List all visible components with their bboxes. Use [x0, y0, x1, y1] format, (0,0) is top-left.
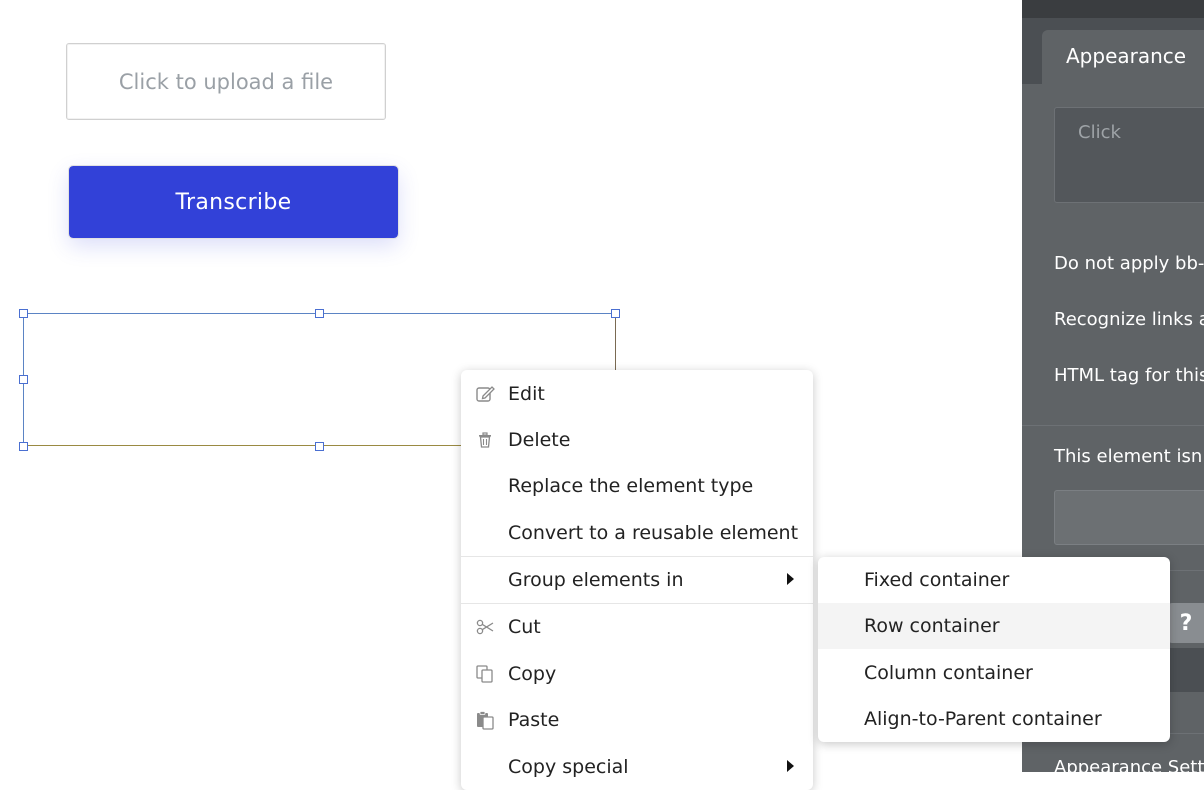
chevron-right-icon — [787, 573, 794, 585]
chevron-right-icon — [787, 760, 794, 772]
copy-icon — [476, 665, 493, 683]
submenu-item-row-container[interactable]: Row container — [818, 603, 1170, 649]
resize-handle-bottom[interactable] — [315, 442, 324, 451]
menu-item-label: Copy special — [508, 756, 629, 778]
tab-appearance[interactable]: Appearance — [1042, 30, 1204, 84]
menu-item-label: Edit — [508, 383, 545, 405]
edit-icon — [476, 386, 495, 402]
submenu-item-fixed-container[interactable]: Fixed container — [818, 557, 1170, 603]
menu-item-label: Paste — [508, 709, 560, 731]
panel-divider — [1022, 425, 1204, 426]
resize-handle-top-right[interactable] — [611, 309, 620, 318]
menu-item-copy-special[interactable]: Copy special — [461, 744, 813, 790]
transcribe-label: Transcribe — [175, 189, 292, 215]
menu-item-label: Delete — [508, 429, 571, 451]
menu-item-copy[interactable]: Copy — [461, 651, 813, 697]
menu-item-label: Replace the element type — [508, 475, 754, 497]
resize-handle-left[interactable] — [19, 375, 28, 384]
submenu-item-align-to-parent[interactable]: Align-to-Parent container — [818, 696, 1170, 742]
placeholder-input[interactable]: Click — [1054, 107, 1204, 203]
menu-item-cut[interactable]: Cut — [461, 604, 813, 650]
submenu-item-label: Row container — [864, 615, 1000, 637]
help-button[interactable]: ? — [1168, 603, 1204, 643]
submenu-item-label: Column container — [864, 662, 1033, 684]
resize-handle-bottom-left[interactable] — [19, 442, 28, 451]
menu-item-label: Copy — [508, 663, 557, 685]
scissors-icon — [476, 619, 494, 635]
menu-item-label: Cut — [508, 616, 541, 638]
panel-row-recognize-links[interactable]: Recognize links a — [1054, 309, 1204, 330]
menu-item-paste[interactable]: Paste — [461, 697, 813, 743]
menu-item-label: Convert to a reusable element — [508, 522, 799, 544]
submenu-item-column-container[interactable]: Column container — [818, 650, 1170, 696]
panel-row-element-notice: This element isn' — [1054, 446, 1204, 467]
group-elements-submenu: Fixed container Row container Column con… — [818, 557, 1170, 742]
resize-handle-top[interactable] — [315, 309, 324, 318]
paste-icon — [477, 711, 494, 730]
panel-row-bb-code[interactable]: Do not apply bb- — [1054, 253, 1204, 274]
panel-row-appearance-settings[interactable]: Appearance Setti — [1054, 757, 1204, 772]
trash-icon — [479, 432, 491, 448]
menu-item-group-elements[interactable]: Group elements in — [461, 557, 813, 603]
panel-row-html-tag[interactable]: HTML tag for this — [1054, 365, 1204, 386]
placeholder-input-value: Click — [1078, 122, 1121, 143]
menu-item-delete[interactable]: Delete — [461, 417, 813, 463]
context-menu: Edit Delete Replace the element type Con… — [461, 370, 813, 790]
panel-top-bar — [1022, 0, 1204, 18]
menu-item-convert-reusable[interactable]: Convert to a reusable element — [461, 510, 813, 556]
panel-dropdown[interactable] — [1054, 490, 1204, 545]
upload-placeholder: Click to upload a file — [118, 69, 334, 94]
help-icon: ? — [1179, 610, 1193, 636]
transcribe-button[interactable]: Transcribe — [68, 165, 399, 239]
menu-item-label: Group elements in — [508, 569, 684, 591]
tab-appearance-label: Appearance — [1066, 44, 1187, 68]
submenu-item-label: Align-to-Parent container — [864, 708, 1102, 730]
resize-handle-top-left[interactable] — [19, 309, 28, 318]
file-upload-box[interactable]: Click to upload a file — [66, 43, 386, 120]
menu-item-edit[interactable]: Edit — [461, 371, 813, 417]
menu-item-replace-type[interactable]: Replace the element type — [461, 463, 813, 509]
submenu-item-label: Fixed container — [864, 569, 1010, 591]
